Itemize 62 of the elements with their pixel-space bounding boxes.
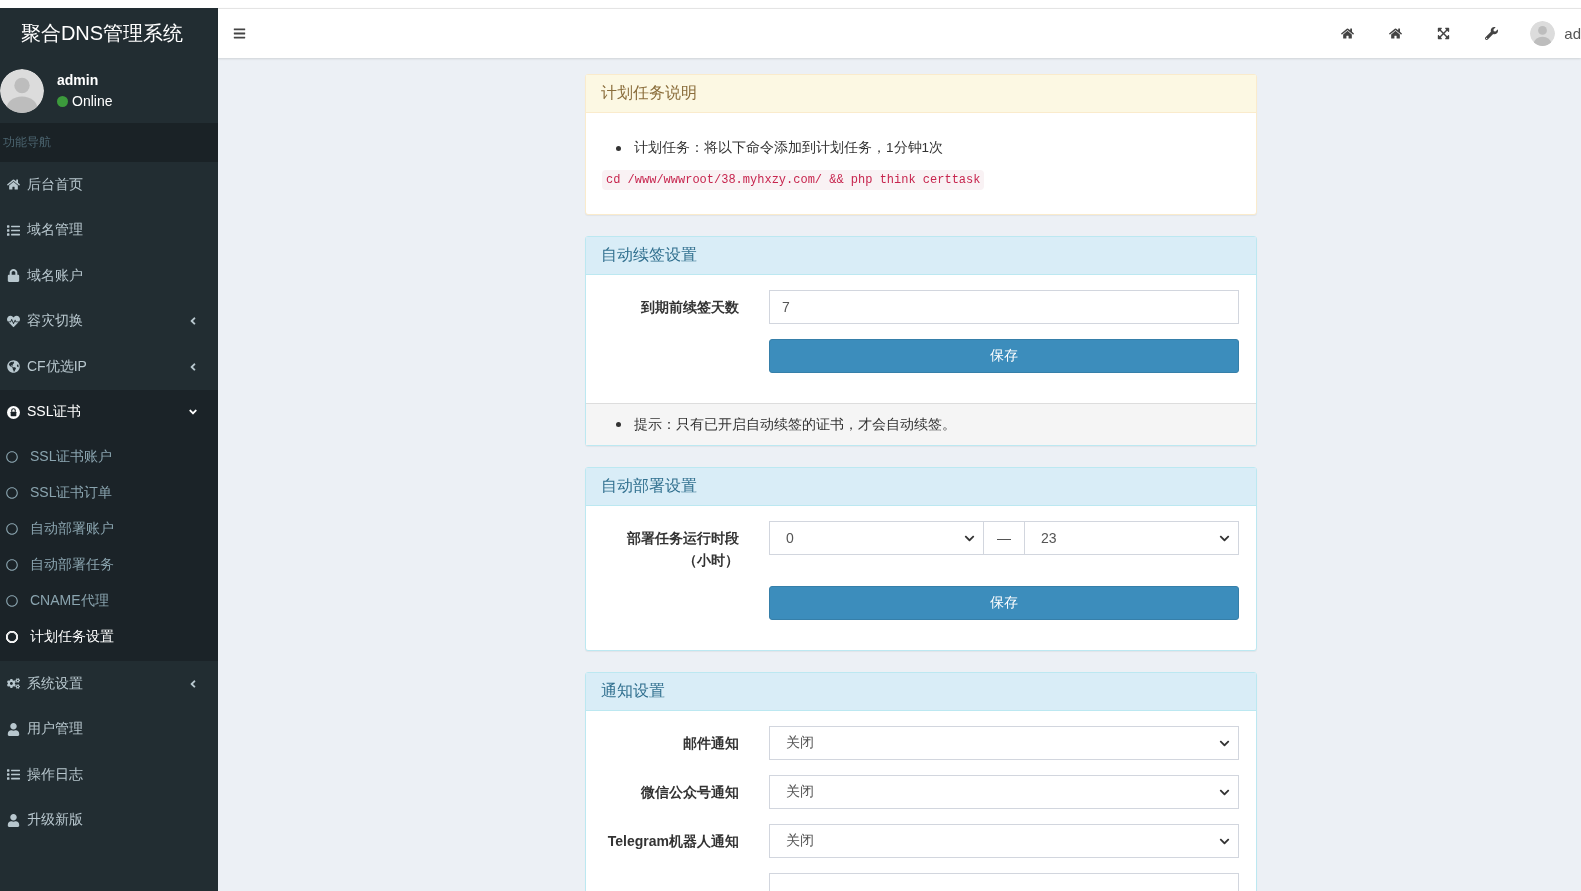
field-label: Telegram机器人通知 <box>606 832 739 851</box>
lock-icon <box>7 405 20 419</box>
dash-separator: — <box>997 529 1011 548</box>
submenu-item[interactable]: 计划任务设置 <box>0 619 218 655</box>
bullet-icon <box>616 422 621 427</box>
user-menu[interactable]: ad <box>1515 21 1581 46</box>
save-button[interactable]: 保存 <box>769 339 1239 373</box>
heartbeat-icon <box>7 314 20 328</box>
field-label: 微信公众号通知 <box>640 783 739 802</box>
panel-heading: 计划任务说明 <box>586 75 1256 113</box>
select-field[interactable]: 关闭 <box>769 824 1239 858</box>
field-label: 邮件通知 <box>682 734 739 753</box>
nav-item[interactable]: 系统设置 <box>0 661 218 707</box>
wrench-icon[interactable] <box>1484 27 1498 40</box>
nav-item[interactable]: 后台首页 <box>0 162 218 208</box>
nav-item[interactable]: 用户管理 <box>0 706 218 752</box>
submenu-item[interactable]: SSL证书订单 <box>0 475 218 511</box>
nav-section-header: 功能导航 <box>0 123 218 162</box>
panel-heading: 通知设置 <box>586 673 1256 711</box>
bullet-icon <box>616 145 621 151</box>
home-icon[interactable] <box>1340 27 1354 40</box>
list-icon <box>7 768 20 782</box>
submenu-item[interactable]: 自动部署任务 <box>0 547 218 583</box>
note-text: 提示：只有已开启自动续签的证书，才会自动续签。 <box>634 415 956 434</box>
select-field[interactable]: 关闭 <box>769 775 1239 809</box>
nav-item[interactable]: SSL证书 <box>0 389 218 435</box>
user-avatar <box>1530 21 1556 46</box>
code-snippet: cd /www/wwwroot/38.myhxzy.com/ && php think certtask <box>602 170 985 190</box>
nav-item[interactable]: 域名管理 <box>0 207 218 253</box>
user-icon <box>7 813 20 827</box>
lock-icon <box>7 269 20 283</box>
fullscreen-icon[interactable] <box>1436 27 1450 40</box>
select-field[interactable]: 23 <box>1024 521 1239 555</box>
app-title: 聚合DNS管理系统 <box>20 20 184 46</box>
menu-icon[interactable] <box>232 27 246 40</box>
submenu-item[interactable]: CNAME代理 <box>0 583 218 619</box>
select-field[interactable]: 0 <box>769 521 984 555</box>
submenu-item[interactable]: 自动部署账户 <box>0 511 218 547</box>
text-input[interactable]: 7 <box>769 290 1239 324</box>
user-icon <box>7 722 20 736</box>
field-label: 到期前续签天数 <box>640 298 739 317</box>
status-dot-icon <box>57 95 68 107</box>
user-avatar <box>0 68 44 113</box>
home-icon <box>7 178 20 192</box>
panel-heading: 自动部署设置 <box>586 468 1256 506</box>
select-field[interactable]: 关闭 <box>769 726 1239 760</box>
note-text: 计划任务：将以下命令添加到计划任务，1分钟1次 <box>634 139 944 157</box>
list-icon <box>7 223 20 237</box>
nav-item[interactable]: 容灾切换 <box>0 298 218 344</box>
nav-item[interactable]: 操作日志 <box>0 752 218 798</box>
gears-icon <box>7 677 20 691</box>
globe-icon <box>7 360 20 374</box>
panel-heading: 自动续签设置 <box>586 237 1256 275</box>
nav-item[interactable]: CF优选IP <box>0 344 218 390</box>
save-button[interactable]: 保存 <box>769 586 1239 620</box>
submenu-item[interactable]: SSL证书账户 <box>0 439 218 475</box>
user-name: admin <box>57 72 100 88</box>
home-icon[interactable] <box>1388 27 1402 40</box>
user-status: Online <box>72 93 113 109</box>
nav-item[interactable]: 升级新版 <box>0 797 218 843</box>
nav-item[interactable]: 域名账户 <box>0 253 218 299</box>
field-label: 部署任务运行时段（小时） <box>626 529 739 570</box>
